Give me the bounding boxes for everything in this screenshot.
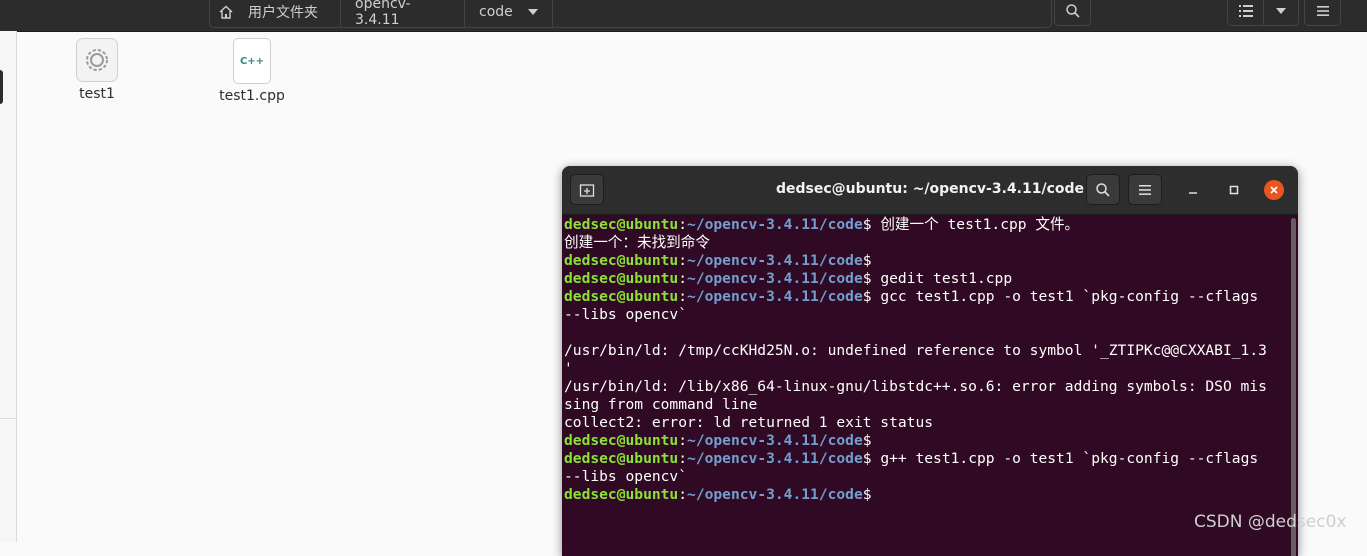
menu-button[interactable]	[1304, 0, 1341, 26]
sidebar-divider	[0, 418, 16, 419]
prompt-user: dedsec@ubuntu	[564, 450, 679, 467]
file-name-label: test1	[79, 86, 115, 102]
prompt-user: dedsec@ubuntu	[564, 216, 679, 233]
prompt-command: $	[862, 432, 872, 449]
prompt-path: ~/opencv-3.4.11/code	[687, 252, 863, 269]
terminal-output-line: /usr/bin/ld: /lib/x86_64-linux-gnu/libst…	[564, 378, 1267, 395]
cpp-source-icon: C++	[233, 38, 271, 84]
view-options-dropdown[interactable]	[1264, 0, 1298, 25]
terminal-headerbar[interactable]: dedsec@ubuntu: ~/opencv-3.4.11/code	[562, 166, 1298, 215]
path-bar: 用户文件夹 opencv-3.4.11 code	[209, 0, 1052, 28]
terminal-output-line: --libs opencv`	[564, 306, 688, 323]
file-manager-header: 用户文件夹 opencv-3.4.11 code	[0, 0, 1367, 32]
terminal-prompt-line: dedsec@ubuntu:~/opencv-3.4.11/code$	[564, 432, 1284, 450]
close-button[interactable]	[1264, 180, 1284, 200]
watermark: CSDN @dedsec0x	[1194, 512, 1347, 532]
prompt-separator: :	[678, 216, 688, 233]
prompt-user: dedsec@ubuntu	[564, 432, 679, 449]
terminal-window[interactable]: dedsec@ubuntu: ~/opencv-3.4.11/code deds…	[562, 166, 1298, 556]
view-mode-button[interactable]	[1227, 0, 1299, 26]
prompt-command: $ g++ test1.cpp -o test1 `pkg-config --c…	[862, 450, 1259, 467]
breadcrumb-code-label: code	[479, 4, 513, 20]
terminal-search-button[interactable]	[1086, 174, 1120, 205]
file-test1[interactable]: test1	[47, 38, 147, 102]
cpp-badge: C++	[239, 55, 265, 67]
list-view-icon	[1238, 5, 1253, 17]
prompt-command: $	[862, 252, 872, 269]
terminal-prompt-line: dedsec@ubuntu:~/opencv-3.4.11/code$ 创建一个…	[564, 216, 1284, 234]
hamburger-menu-icon	[1139, 184, 1151, 195]
prompt-user: dedsec@ubuntu	[564, 252, 679, 269]
search-button[interactable]	[1054, 0, 1091, 26]
terminal-output-line: --libs opencv`	[564, 468, 688, 485]
breadcrumb-home[interactable]: 用户文件夹	[210, 0, 341, 27]
prompt-path: ~/opencv-3.4.11/code	[687, 432, 863, 449]
prompt-path: ~/opencv-3.4.11/code	[687, 288, 863, 305]
file-name-label: test1.cpp	[219, 88, 285, 104]
prompt-user: dedsec@ubuntu	[564, 486, 679, 503]
prompt-separator: :	[678, 432, 688, 449]
prompt-separator: :	[678, 450, 688, 467]
chevron-down-icon[interactable]	[528, 9, 538, 15]
search-icon	[1065, 4, 1080, 18]
prompt-path: ~/opencv-3.4.11/code	[687, 216, 863, 233]
terminal-output-line: '	[564, 360, 573, 377]
terminal-output-line: /usr/bin/ld: /tmp/ccKHd25N.o: undefined …	[564, 342, 1267, 359]
minimize-button[interactable]	[1183, 180, 1203, 200]
terminal-menu-button[interactable]	[1128, 174, 1162, 205]
prompt-command: $ gedit test1.cpp	[862, 270, 1013, 287]
prompt-command: $ gcc test1.cpp -o test1 `pkg-config --c…	[862, 288, 1259, 305]
hamburger-menu-icon	[1316, 6, 1329, 16]
prompt-path: ~/opencv-3.4.11/code	[687, 450, 863, 467]
prompt-command: $ 创建一个 test1.cpp 文件。	[862, 216, 1080, 233]
breadcrumb-code[interactable]: code	[465, 0, 553, 27]
search-icon	[1096, 182, 1110, 197]
terminal-prompt-line: dedsec@ubuntu:~/opencv-3.4.11/code$ gedi…	[564, 270, 1284, 288]
prompt-separator: :	[678, 486, 688, 503]
terminal-prompt-line: dedsec@ubuntu:~/opencv-3.4.11/code$	[564, 252, 1284, 270]
terminal-prompt-line: dedsec@ubuntu:~/opencv-3.4.11/code$ gcc …	[564, 288, 1284, 306]
terminal-prompt-line: dedsec@ubuntu:~/opencv-3.4.11/code$ g++ …	[564, 450, 1284, 468]
close-icon	[1270, 186, 1278, 194]
terminal-prompt-line: dedsec@ubuntu:~/opencv-3.4.11/code$	[564, 486, 1284, 504]
maximize-button[interactable]	[1224, 180, 1244, 200]
prompt-separator: :	[678, 270, 688, 287]
sidebar	[0, 31, 17, 542]
list-view-toggle[interactable]	[1228, 0, 1265, 25]
breadcrumb-home-label: 用户文件夹	[248, 5, 318, 21]
chevron-down-icon	[1276, 8, 1287, 14]
breadcrumb-opencv-label: opencv-3.4.11	[355, 0, 411, 28]
terminal-output-line: collect2: error: ld returned 1 exit stat…	[564, 414, 934, 431]
sidebar-selected-indicator[interactable]	[0, 70, 3, 104]
terminal-output-line: sing from command line	[564, 396, 758, 413]
executable-gear-icon	[76, 38, 118, 82]
prompt-separator: :	[678, 288, 688, 305]
maximize-icon	[1229, 185, 1239, 195]
breadcrumb-opencv[interactable]: opencv-3.4.11	[341, 0, 465, 28]
prompt-command: $	[862, 486, 872, 503]
prompt-path: ~/opencv-3.4.11/code	[687, 486, 863, 503]
terminal-output[interactable]: dedsec@ubuntu:~/opencv-3.4.11/code$ 创建一个…	[564, 216, 1284, 504]
prompt-path: ~/opencv-3.4.11/code	[687, 270, 863, 287]
terminal-scrollbar[interactable]	[1291, 218, 1296, 556]
minimize-icon	[1189, 192, 1197, 194]
prompt-separator: :	[678, 252, 688, 269]
prompt-user: dedsec@ubuntu	[564, 288, 679, 305]
terminal-output-line: 创建一个：未找到命令	[564, 234, 710, 251]
home-icon	[219, 5, 233, 19]
prompt-user: dedsec@ubuntu	[564, 270, 679, 287]
file-test1-cpp[interactable]: C++ test1.cpp	[202, 38, 302, 104]
